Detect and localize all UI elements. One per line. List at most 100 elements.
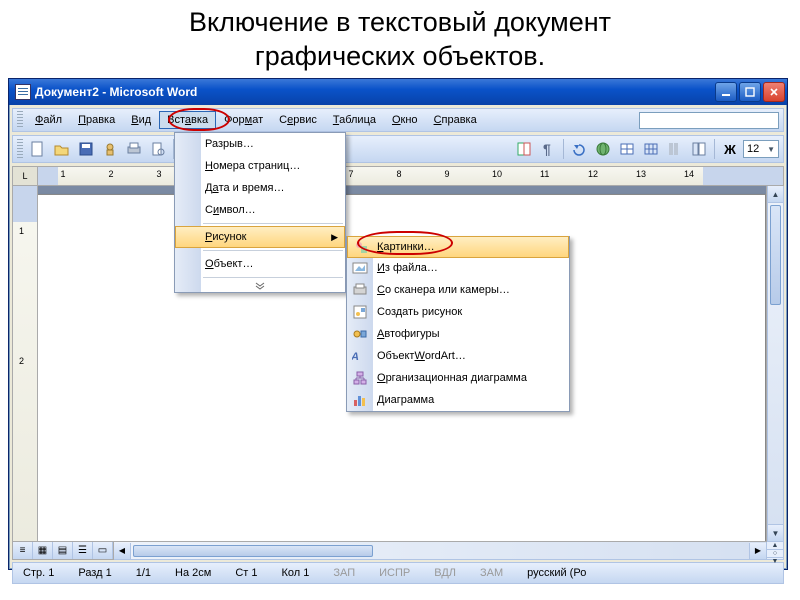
maximize-button[interactable] [739, 82, 761, 102]
paragraph-button[interactable]: ¶ [537, 138, 559, 160]
new-drawing-icon [351, 304, 369, 320]
minimize-button[interactable] [715, 82, 737, 102]
menu-item-label: Разрыв… [205, 138, 254, 150]
menu-expand-button[interactable] [175, 280, 345, 292]
submenu-item-clipart[interactable]: Картинки… [347, 236, 569, 258]
menu-item-object[interactable]: Объект… [175, 253, 345, 275]
print-view-button[interactable]: ▤ [53, 542, 73, 559]
scroll-down-button[interactable]: ▼ [768, 524, 783, 541]
doc-map-button[interactable] [688, 138, 710, 160]
tables-button[interactable] [616, 138, 638, 160]
prev-page-button[interactable]: ▲ [767, 542, 783, 550]
chart-icon [351, 392, 369, 408]
toolbar-separator [563, 139, 564, 159]
scroll-right-button[interactable]: ▶ [749, 543, 766, 559]
permissions-button[interactable] [99, 138, 121, 160]
menu-view[interactable]: Вид [123, 111, 159, 129]
status-ovr: ЗАМ [474, 567, 509, 579]
ruler-tick: 2 [108, 169, 114, 179]
status-page: Стр. 1 [17, 567, 60, 579]
next-page-button[interactable]: ▼ [767, 558, 783, 565]
toolbar-grip-icon [17, 139, 23, 159]
slide-title: Включение в текстовый документ графическ… [0, 0, 800, 78]
ruler-row: L 1234567891011121314 [12, 166, 784, 186]
vruler-tick: 2 [19, 356, 24, 366]
font-size-value: 12 [747, 143, 759, 155]
submenu-item-wordart[interactable]: A Объект WordArt… [347, 345, 569, 367]
status-ext: ВДЛ [428, 567, 462, 579]
menubar: Файл Правка Вид Вставка Формат Сервис Та… [12, 108, 784, 132]
org-chart-icon [351, 370, 369, 386]
outline-view-button[interactable]: ☰ [73, 542, 93, 559]
menubar-grip-icon [17, 111, 23, 129]
menu-file[interactable]: Файл [27, 111, 70, 129]
menu-item-break[interactable]: Разрыв… [175, 133, 345, 155]
vertical-scrollbar[interactable]: ▲ ▼ [767, 186, 784, 542]
horizontal-ruler[interactable]: 1234567891011121314 [38, 166, 784, 186]
menu-window[interactable]: Окно [384, 111, 426, 129]
submenu-item-autoshapes[interactable]: Автофигуры [347, 323, 569, 345]
status-rec: ЗАП [327, 567, 361, 579]
submenu-item-org-chart[interactable]: Организационная диаграмма [347, 367, 569, 389]
menu-item-symbol[interactable]: Символ… [175, 199, 345, 221]
menu-item-date-time[interactable]: Дата и время… [175, 177, 345, 199]
menu-insert[interactable]: Вставка [159, 111, 216, 129]
submenu-item-chart[interactable]: Диаграмма [347, 389, 569, 411]
new-doc-button[interactable] [27, 138, 49, 160]
help-search-input[interactable] [639, 112, 779, 129]
status-trk: ИСПР [373, 567, 416, 579]
ruler-tick: 10 [492, 169, 498, 179]
vruler-tick: 1 [19, 226, 24, 236]
web-view-button[interactable]: ▦ [33, 542, 53, 559]
scroll-left-button[interactable]: ◀ [114, 543, 131, 559]
picture-submenu: Картинки… Из файла… Со сканера или камер… [346, 236, 570, 412]
menu-tools[interactable]: Сервис [271, 111, 325, 129]
status-at: На 2см [169, 567, 217, 579]
submenu-arrow-icon: ▶ [331, 232, 338, 243]
submenu-item-from-file[interactable]: Из файла… [347, 257, 569, 279]
toolbar: ¶ Ж 12 ▼ [12, 135, 784, 163]
status-lang: русский (Ро [521, 567, 592, 579]
dropdown-icon: ▼ [767, 145, 775, 154]
svg-text:A: A [352, 351, 360, 363]
menu-format[interactable]: Формат [216, 111, 271, 129]
tab-type-button[interactable]: L [12, 166, 38, 186]
research-button[interactable] [513, 138, 535, 160]
menu-separator [203, 223, 343, 224]
font-size-select[interactable]: 12 ▼ [743, 140, 779, 158]
menu-item-page-numbers[interactable]: Номера страниц… [175, 155, 345, 177]
open-button[interactable] [51, 138, 73, 160]
menu-help[interactable]: Справка [426, 111, 485, 129]
autoshapes-icon [351, 326, 369, 342]
ruler-tick: 13 [636, 169, 642, 179]
vscroll-thumb[interactable] [770, 205, 781, 305]
save-button[interactable] [75, 138, 97, 160]
insert-menu-dropdown: Разрыв… Номера страниц… Дата и время… Си… [174, 132, 346, 293]
bold-button[interactable]: Ж [719, 138, 741, 160]
menu-edit[interactable]: Правка [70, 111, 123, 129]
scroll-up-button[interactable]: ▲ [768, 186, 783, 203]
titlebar: Документ2 - Microsoft Word [9, 79, 787, 105]
browse-object-button[interactable]: ○ [767, 550, 783, 558]
normal-view-button[interactable]: ≡ [13, 542, 33, 559]
insert-table-button[interactable] [640, 138, 662, 160]
hyperlink-button[interactable] [592, 138, 614, 160]
columns-button[interactable] [664, 138, 686, 160]
ruler-tick: 8 [396, 169, 402, 179]
menu-item-picture[interactable]: Рисунок ▶ [175, 226, 345, 248]
print-preview-button[interactable] [147, 138, 169, 160]
scanner-icon [351, 282, 369, 298]
close-button[interactable] [763, 82, 785, 102]
hscroll-thumb[interactable] [133, 545, 373, 557]
menu-table[interactable]: Таблица [325, 111, 384, 129]
reading-view-button[interactable]: ▭ [93, 542, 113, 559]
undo-button[interactable] [568, 138, 590, 160]
hscroll-row: ≡ ▦ ▤ ☰ ▭ ◀ ▶ ▲ ○ ▼ [12, 542, 784, 560]
vertical-ruler[interactable]: 12 [12, 186, 38, 542]
submenu-item-new-drawing[interactable]: Создать рисунок [347, 301, 569, 323]
word-doc-icon [15, 84, 31, 100]
horizontal-scrollbar[interactable]: ◀ ▶ [114, 542, 767, 560]
browse-object-buttons: ▲ ○ ▼ [767, 542, 784, 560]
submenu-item-scanner[interactable]: Со сканера или камеры… [347, 279, 569, 301]
print-button[interactable] [123, 138, 145, 160]
